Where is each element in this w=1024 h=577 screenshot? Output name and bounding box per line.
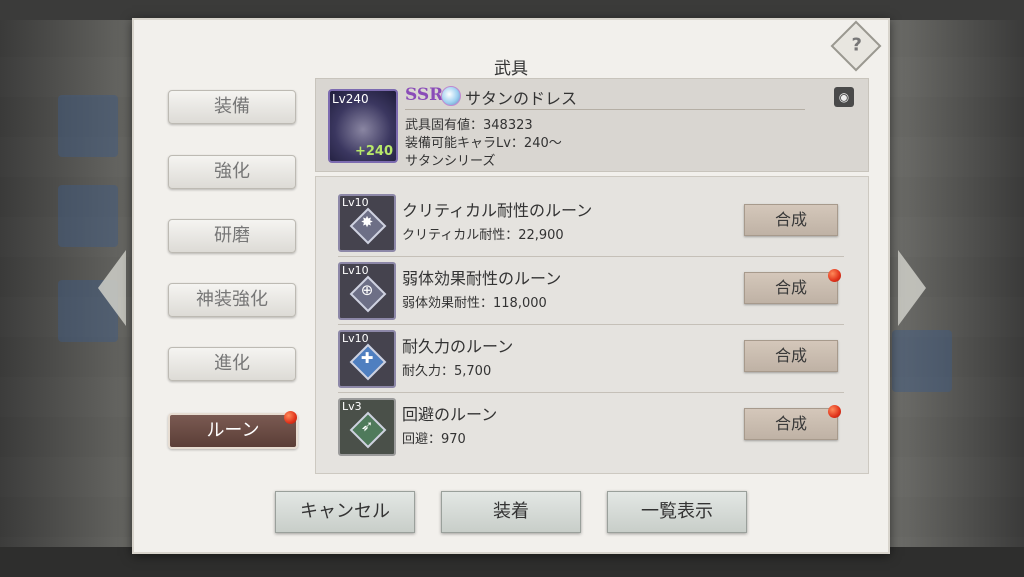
list-item: Lv10 ✸ クリティカル耐性のルーン クリティカル耐性：22,900 合成 [338, 191, 844, 257]
tab-enhance[interactable]: 強化 [168, 155, 296, 189]
rune-symbol-icon: ⊕ [360, 281, 374, 299]
item-equip-level: 装備可能キャラLv：240〜 [405, 136, 562, 151]
gem-icon [441, 86, 461, 106]
item-base-stat: 武具固有値：348323 [405, 118, 533, 133]
list-item: Lv3 ➶ 回避のルーン 回避：970 合成 [338, 395, 844, 461]
notification-badge [284, 411, 297, 424]
rarity-label: SSR [405, 85, 444, 105]
tab-equip[interactable]: 装備 [168, 90, 296, 124]
background-tile [58, 95, 118, 157]
rune-stat: クリティカル耐性：22,900 [402, 228, 564, 243]
item-info-panel: Lv240 +240 SSR サタンのドレス 武具固有値：348323 装備可能… [315, 78, 869, 172]
rune-name: 回避のルーン [402, 405, 498, 424]
item-name: サタンのドレス [465, 89, 578, 108]
rune-list: Lv10 ✸ クリティカル耐性のルーン クリティカル耐性：22,900 合成 L… [315, 176, 869, 474]
tab-evolve[interactable]: 進化 [168, 347, 296, 381]
lock-icon[interactable]: ◉ [834, 87, 854, 107]
notification-badge [828, 269, 841, 282]
item-level: Lv240 [332, 92, 369, 106]
rune-icon[interactable]: Lv3 ➶ [338, 398, 396, 456]
rune-level: Lv10 [342, 332, 369, 345]
row-divider [338, 256, 844, 257]
equip-button[interactable]: 装着 [441, 491, 581, 533]
rune-symbol-icon: ➶ [360, 417, 374, 435]
list-item: Lv10 ✚ 耐久力のルーン 耐久力：5,700 合成 [338, 327, 844, 393]
next-arrow-icon[interactable] [898, 250, 926, 326]
background-tile [58, 185, 118, 247]
cancel-button[interactable]: キャンセル [275, 491, 415, 533]
synthesize-button[interactable]: 合成 [744, 340, 838, 372]
rune-symbol-icon: ✸ [360, 213, 374, 231]
rune-stat: 回避：970 [402, 432, 466, 447]
dress-icon[interactable]: Lv240 +240 [328, 89, 398, 163]
item-plus: +240 [354, 144, 393, 159]
item-name-divider [405, 109, 805, 110]
rune-level: Lv10 [342, 196, 369, 209]
rune-name: 弱体効果耐性のルーン [402, 269, 562, 288]
dialog-title: 武具 [494, 59, 528, 79]
notification-badge [828, 405, 841, 418]
rune-icon[interactable]: Lv10 ⊕ [338, 262, 396, 320]
rune-level: Lv3 [342, 400, 362, 413]
rune-level: Lv10 [342, 264, 369, 277]
help-icon: ? [851, 34, 862, 56]
row-divider [338, 392, 844, 393]
row-divider [338, 324, 844, 325]
item-series: サタンシリーズ [405, 154, 496, 169]
rune-name: 耐久力のルーン [402, 337, 514, 356]
tab-rune[interactable]: ルーン [168, 413, 298, 449]
prev-arrow-icon[interactable] [98, 250, 126, 326]
rune-stat: 弱体効果耐性：118,000 [402, 296, 547, 311]
rune-name: クリティカル耐性のルーン [402, 201, 593, 220]
list-item: Lv10 ⊕ 弱体効果耐性のルーン 弱体効果耐性：118,000 合成 [338, 259, 844, 325]
tab-divine-enhance[interactable]: 神装強化 [168, 283, 296, 317]
synthesize-button[interactable]: 合成 [744, 272, 838, 304]
synthesize-button[interactable]: 合成 [744, 408, 838, 440]
synthesize-button[interactable]: 合成 [744, 204, 838, 236]
rune-stat: 耐久力：5,700 [402, 364, 492, 379]
background-top-bar [0, 0, 1024, 20]
rune-icon[interactable]: Lv10 ✸ [338, 194, 396, 252]
rune-symbol-icon: ✚ [360, 349, 374, 367]
weapon-dialog: 武具 ? 装備 強化 研磨 神装強化 進化 ルーン Lv240 +240 SSR… [132, 18, 890, 554]
tab-polish[interactable]: 研磨 [168, 219, 296, 253]
list-view-button[interactable]: 一覧表示 [607, 491, 747, 533]
background-tile [892, 330, 952, 392]
rune-icon[interactable]: Lv10 ✚ [338, 330, 396, 388]
